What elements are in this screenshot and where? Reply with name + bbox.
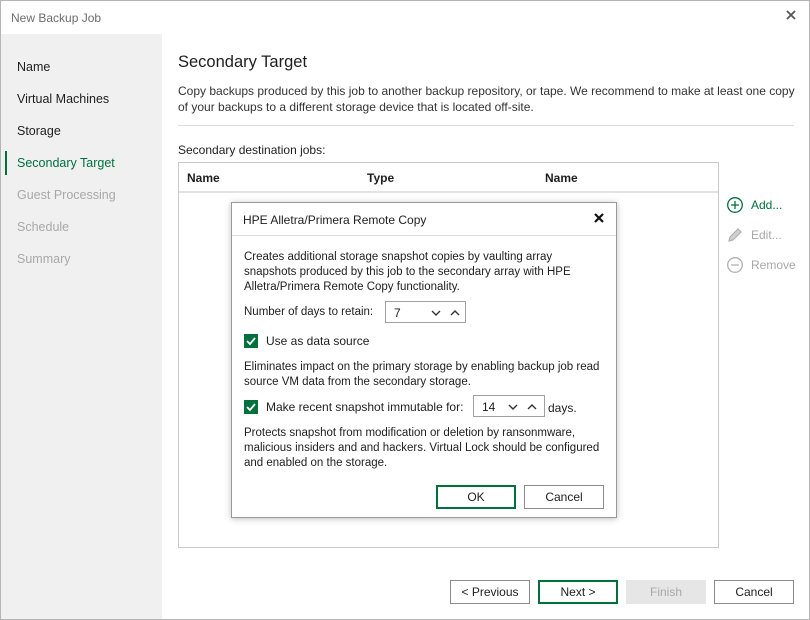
page-title: Secondary Target xyxy=(178,53,308,71)
step-guest-processing: Guest Processing xyxy=(17,188,116,202)
chevron-down-icon[interactable] xyxy=(430,307,442,319)
remote-copy-dialog: HPE Alletra/Primera Remote Copy Creates … xyxy=(231,202,617,518)
add-label: Add... xyxy=(751,198,783,212)
dialog-divider xyxy=(232,235,616,236)
wizard-steps-sidebar: Name Virtual Machines Storage Secondary … xyxy=(1,34,162,619)
step-virtual-machines[interactable]: Virtual Machines xyxy=(17,92,109,106)
dialog-ok-button[interactable]: OK xyxy=(436,485,516,509)
edit-label: Edit... xyxy=(751,228,782,242)
active-step-marker xyxy=(5,151,7,175)
wizard-window: New Backup Job Name Virtual Machines Sto… xyxy=(0,0,810,620)
retain-label: Number of days to retain: xyxy=(244,306,374,318)
edit-button: Edit... xyxy=(726,226,782,244)
dialog-title: HPE Alletra/Primera Remote Copy xyxy=(243,213,427,227)
checkmark-icon xyxy=(246,337,256,346)
remove-button: Remove xyxy=(726,256,796,274)
pencil-icon xyxy=(728,228,742,242)
dialog-close-icon[interactable] xyxy=(592,211,606,225)
retain-days-value: 7 xyxy=(394,306,401,320)
column-header-type[interactable]: Type xyxy=(367,171,394,185)
column-header-name[interactable]: Name xyxy=(187,171,220,185)
add-circle-icon xyxy=(727,197,743,213)
immutable-snapshot-label[interactable]: Make recent snapshot immutable for: xyxy=(266,400,463,414)
remove-label: Remove xyxy=(751,258,796,272)
page-description: Copy backups produced by this job to ano… xyxy=(178,84,795,114)
immutable-days-spinner[interactable]: 14 xyxy=(473,395,545,417)
dialog-cancel-button[interactable]: Cancel xyxy=(524,485,604,509)
window-title: New Backup Job xyxy=(11,11,102,25)
checkmark-icon xyxy=(246,403,256,412)
add-button[interactable]: Add... xyxy=(726,196,782,214)
table-header: Name Type Name xyxy=(179,163,718,193)
remove-circle-icon xyxy=(727,257,743,273)
next-button[interactable]: Next > xyxy=(538,580,618,604)
title-bar: New Backup Job xyxy=(1,1,809,34)
finish-button: Finish xyxy=(626,580,706,604)
use-as-data-source-description: Eliminates impact on the primary storage… xyxy=(244,361,600,388)
immutable-snapshot-checkbox[interactable] xyxy=(244,400,258,414)
jobs-label: Secondary destination jobs: xyxy=(178,143,326,157)
column-header-name-2[interactable]: Name xyxy=(545,171,578,185)
chevron-down-icon[interactable] xyxy=(507,401,519,413)
immutable-days-unit: days. xyxy=(548,401,577,415)
step-storage[interactable]: Storage xyxy=(17,124,61,138)
use-as-data-source-label[interactable]: Use as data source xyxy=(266,334,369,348)
step-name[interactable]: Name xyxy=(17,60,50,74)
use-as-data-source-checkbox[interactable] xyxy=(244,334,258,348)
step-schedule: Schedule xyxy=(17,220,70,234)
retain-days-spinner[interactable]: 7 xyxy=(385,301,466,323)
chevron-up-icon[interactable] xyxy=(526,401,538,413)
immutable-days-value: 14 xyxy=(482,400,496,414)
chevron-up-icon[interactable] xyxy=(449,307,461,319)
dialog-intro: Creates additional storage snapshot copi… xyxy=(244,251,571,293)
previous-button[interactable]: < Previous xyxy=(450,580,530,604)
immutable-description: Protects snapshot from modification or d… xyxy=(244,427,600,469)
close-icon[interactable] xyxy=(783,7,799,23)
cancel-button[interactable]: Cancel xyxy=(714,580,794,604)
header-divider xyxy=(178,125,794,126)
step-summary: Summary xyxy=(17,252,71,266)
step-secondary-target[interactable]: Secondary Target xyxy=(17,156,115,170)
